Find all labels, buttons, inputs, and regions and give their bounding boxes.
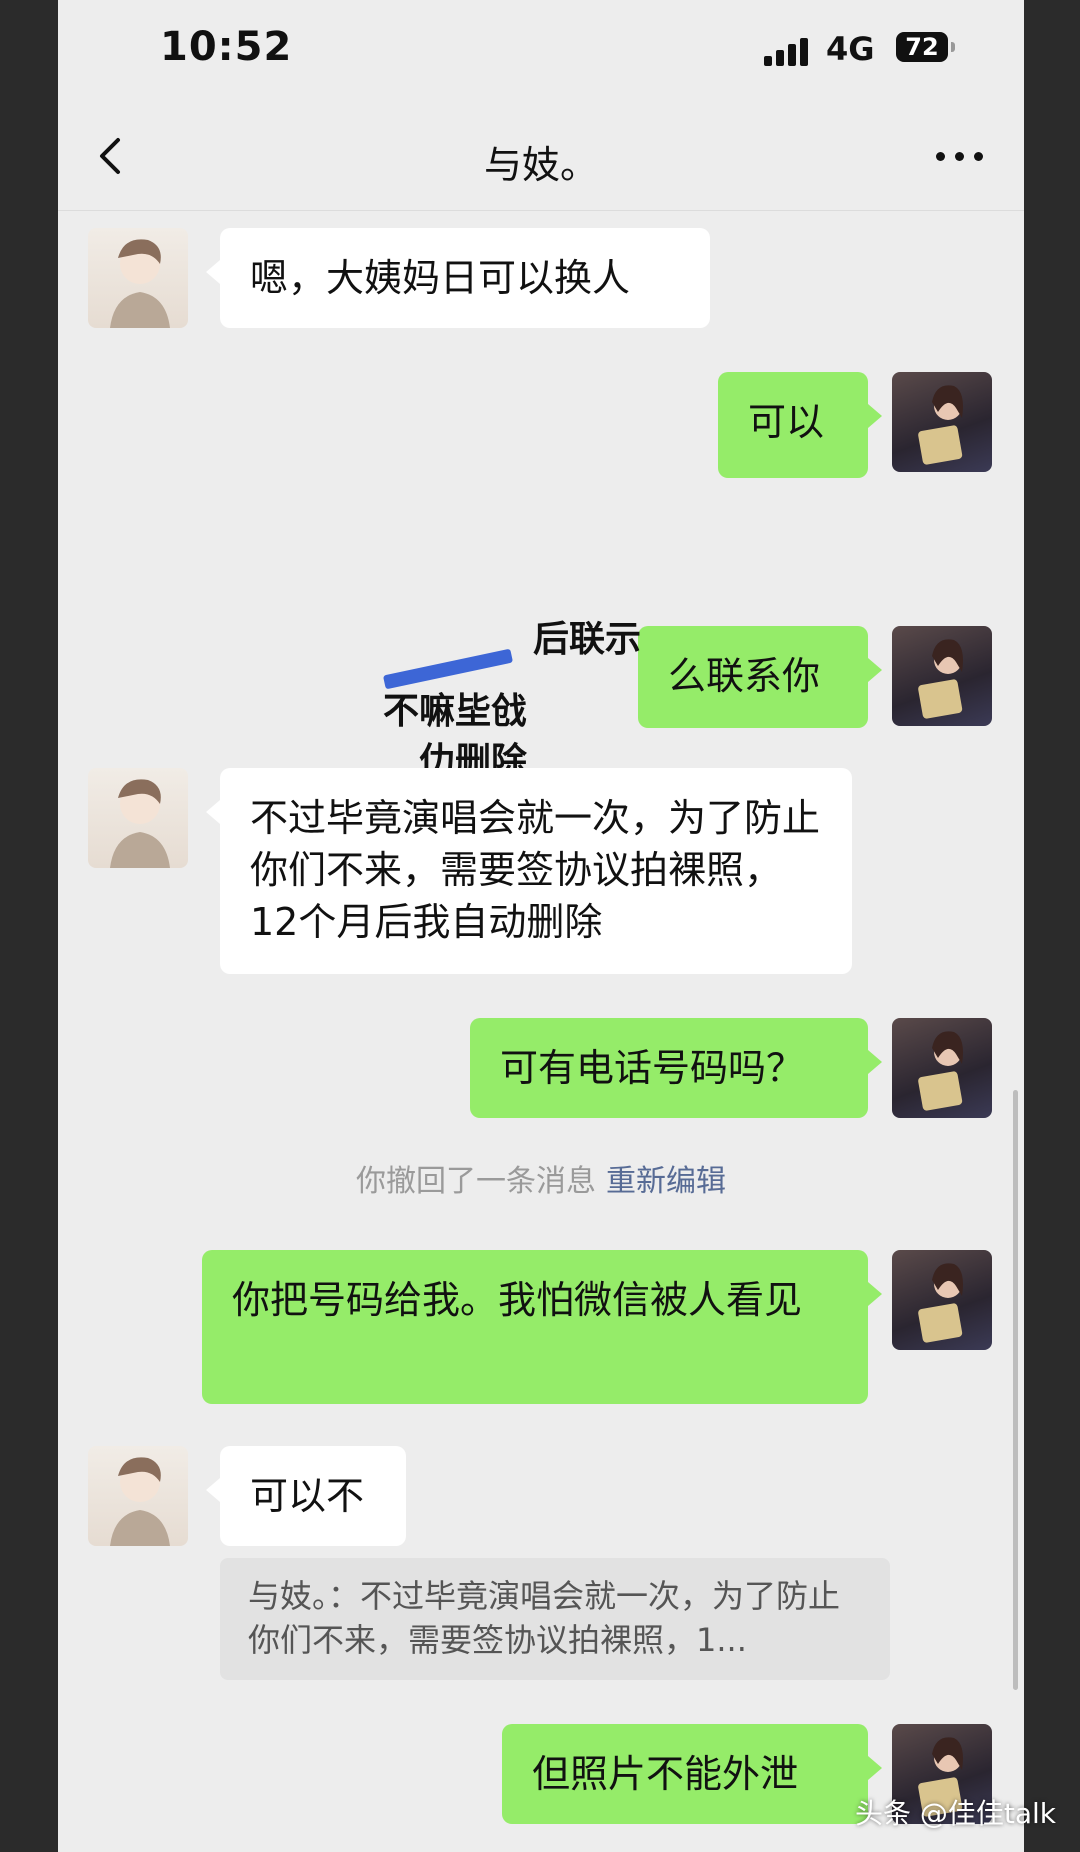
message-text: 嗯，大姨妈日可以换人: [250, 256, 631, 300]
recall-text: 你撤回了一条消息: [356, 1164, 596, 1199]
status-time: 10:52: [160, 24, 293, 70]
message-bubble-received[interactable]: 不过毕竟演唱会就一次，为了防止你们不来，需要签协议拍裸照，12个月后我自动删除: [206, 768, 852, 974]
overlay-text-1: 后联示: [533, 619, 642, 660]
quoted-message[interactable]: 与妓。：不过毕竟演唱会就一次，为了防止你们不来，需要签协议拍裸照，1...: [220, 1558, 890, 1680]
message-text: 不过毕竟演唱会就一次，为了防止你们不来，需要签协议拍裸照，12个月后我自动删除: [250, 796, 821, 944]
message-bubble-sent[interactable]: 可以: [718, 372, 882, 478]
my-avatar[interactable]: [892, 1250, 992, 1350]
contact-avatar[interactable]: [88, 1446, 188, 1546]
message-bubble-received[interactable]: 可以不: [206, 1446, 406, 1546]
message-bubble-sent[interactable]: 你把号码给我。我怕微信被人看见: [202, 1250, 882, 1404]
overlay-text-2: 不嘛坒戗: [383, 691, 528, 732]
my-avatar[interactable]: [892, 372, 992, 472]
network-type: 4G: [826, 30, 875, 68]
more-options-icon[interactable]: [932, 140, 988, 170]
message-bubble-sent[interactable]: 么联系你: [638, 626, 882, 728]
message-text: 可以不: [250, 1474, 365, 1518]
message-text: 可以: [748, 400, 825, 444]
re-edit-link[interactable]: 重新编辑: [606, 1164, 726, 1199]
status-bar: 10:52 4G 72: [58, 0, 1024, 100]
message-bubble-sent[interactable]: 可有电话号码吗？: [470, 1018, 882, 1118]
watermark: 头条 @佳佳talk: [854, 1797, 1056, 1830]
message-text: 但照片不能外泄: [532, 1752, 799, 1796]
battery-icon: 72: [896, 32, 955, 62]
recall-notice: 你撤回了一条消息 重新编辑: [58, 1156, 1024, 1200]
quote-text: 与妓。：不过毕竟演唱会就一次，为了防止你们不来，需要签协议拍裸照，1...: [248, 1577, 841, 1659]
contact-avatar[interactable]: [88, 768, 188, 868]
my-avatar[interactable]: [892, 626, 992, 726]
edited-overlay: 后联示 不嘛坒戗 仂删除: [323, 600, 663, 782]
message-text: 你把号码给我。我怕微信被人看见: [232, 1278, 803, 1322]
signal-icon: [764, 36, 814, 66]
message-text: 么联系你: [668, 654, 821, 698]
message-bubble-sent[interactable]: 但照片不能外泄: [502, 1724, 882, 1824]
scrollbar[interactable]: [1013, 1090, 1018, 1690]
chat-title: 与妓。: [483, 143, 598, 187]
my-avatar[interactable]: [892, 1018, 992, 1118]
chat-screen: 10:52 4G 72 与妓。 嗯，大姨妈日可以换人 可以 么联系你 后联示 不…: [58, 0, 1024, 1852]
message-text: 可有电话号码吗？: [500, 1046, 805, 1090]
chat-header: 与妓。: [58, 100, 1024, 211]
contact-avatar[interactable]: [88, 228, 188, 328]
message-bubble-received[interactable]: 嗯，大姨妈日可以换人: [206, 228, 710, 328]
